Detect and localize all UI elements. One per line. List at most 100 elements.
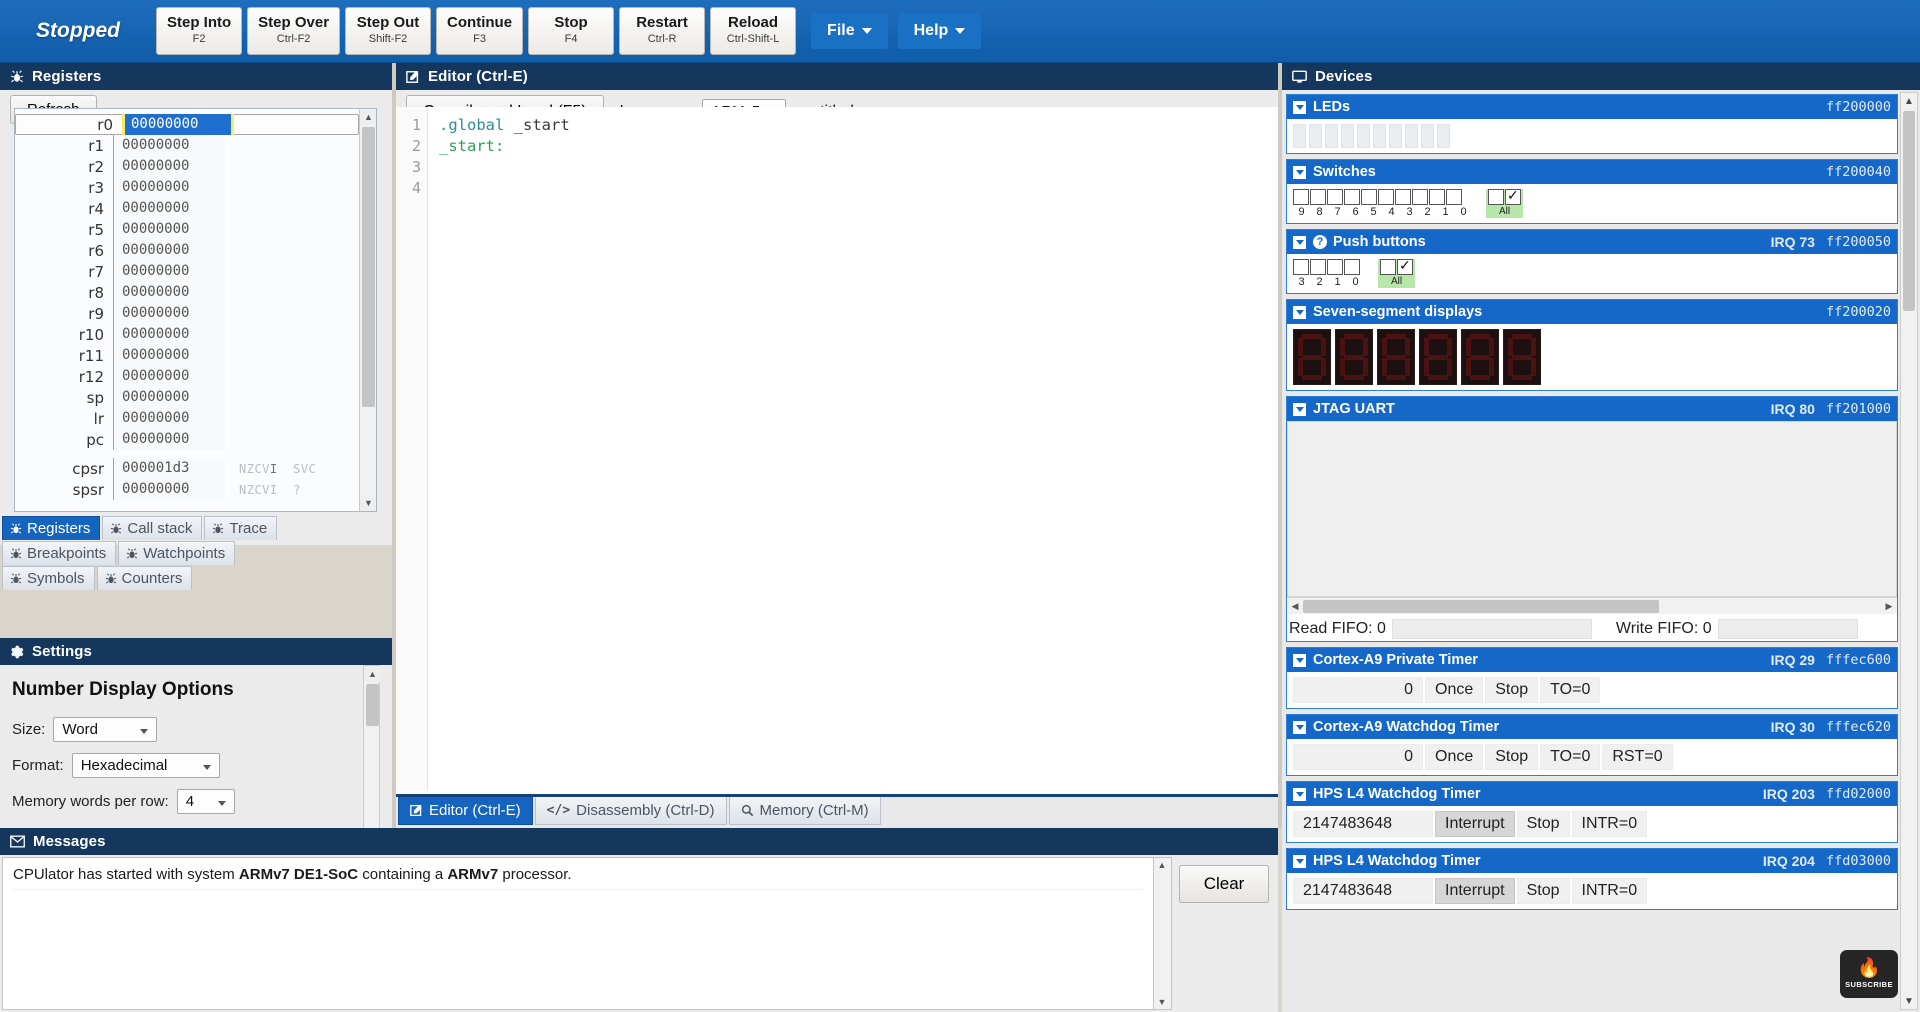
register-row-r7[interactable]: r7 00000000 — [15, 261, 359, 282]
collapse-icon[interactable] — [1293, 653, 1306, 667]
register-value[interactable]: 00000000 — [113, 135, 225, 156]
tab-symbols[interactable]: Symbols — [2, 566, 95, 590]
register-value[interactable]: 00000000 — [113, 387, 225, 408]
timer-counter-value[interactable]: 2147483648 — [1293, 878, 1433, 904]
register-row-lr[interactable]: lr 00000000 — [15, 408, 359, 429]
device-cortex-a9-watchdog-timer-1-header[interactable]: Cortex-A9 Watchdog Timer IRQ 30 fffec620 — [1287, 715, 1897, 739]
collapse-icon[interactable] — [1293, 787, 1306, 801]
timer-status-field[interactable]: INTR=0 — [1571, 878, 1648, 904]
switch-checkbox-5[interactable] — [1361, 189, 1377, 205]
scroll-thumb[interactable] — [362, 127, 375, 407]
reload-button[interactable]: Reload Ctrl-Shift-L — [710, 7, 797, 55]
help-menu[interactable]: Help — [897, 13, 982, 49]
timer-run-button[interactable]: Stop — [1485, 744, 1539, 770]
step-over-button[interactable]: Step Over Ctrl-F2 — [247, 7, 341, 55]
jtag-uart-hscrollbar[interactable]: ◀ ▶ — [1287, 597, 1897, 614]
scroll-down-icon[interactable]: ▼ — [1901, 993, 1917, 1009]
switch-checkbox-8[interactable] — [1310, 189, 1326, 205]
register-value[interactable]: 00000000 — [113, 366, 225, 387]
register-row-r10[interactable]: r10 00000000 — [15, 324, 359, 345]
push-buttons-all-set-checkbox[interactable] — [1397, 257, 1413, 275]
timer-mode-button[interactable]: Once — [1425, 677, 1484, 703]
question-icon[interactable]: ? — [1313, 235, 1327, 249]
collapse-icon[interactable] — [1293, 854, 1306, 868]
tab-breakpoints[interactable]: Breakpoints — [2, 541, 117, 565]
messages-log[interactable]: CPUlator has started with system ARMv7 D… — [2, 857, 1154, 1010]
device-seven-segment-header[interactable]: Seven-segment displays ff200020 — [1287, 300, 1897, 324]
register-row-r1[interactable]: r1 00000000 — [15, 135, 359, 156]
words-select-wrap[interactable]: 4 — [176, 789, 235, 814]
format-select-wrap[interactable]: Hexadecimal — [71, 753, 220, 778]
register-value[interactable]: 000001d3 — [113, 458, 225, 479]
step-into-button[interactable]: Step Into F2 — [156, 7, 243, 55]
words-per-row-select[interactable]: 4 — [176, 789, 235, 814]
device-leds-header[interactable]: LEDs ff200000 — [1287, 95, 1897, 119]
editor-code[interactable]: .global _start _start: — [428, 107, 1278, 790]
push-button-checkbox-1[interactable] — [1327, 259, 1343, 275]
timer-run-button[interactable]: Stop — [1516, 878, 1570, 904]
register-value[interactable]: 00000000 — [113, 219, 225, 240]
device-jtag-uart-header[interactable]: JTAG UART IRQ 80 ff201000 — [1287, 397, 1897, 421]
size-select-wrap[interactable]: Word — [53, 717, 158, 742]
messages-vscrollbar[interactable]: ▲ ▼ — [1154, 857, 1172, 1010]
register-row-sp[interactable]: sp 00000000 — [15, 387, 359, 408]
switch-checkbox-2[interactable] — [1412, 189, 1428, 205]
switch-checkbox-6[interactable] — [1344, 189, 1360, 205]
scroll-up-icon[interactable]: ▲ — [1154, 860, 1170, 870]
switch-checkbox-1[interactable] — [1429, 189, 1445, 205]
switch-checkbox-0[interactable] — [1446, 189, 1462, 205]
switch-checkbox-9[interactable] — [1293, 189, 1309, 205]
scroll-thumb[interactable] — [1303, 599, 1659, 613]
collapse-icon[interactable] — [1293, 720, 1306, 734]
tab-watchpoints[interactable]: Watchpoints — [118, 541, 236, 565]
push-button-checkbox-3[interactable] — [1293, 259, 1309, 275]
size-select[interactable]: Word — [53, 717, 158, 742]
scroll-left-icon[interactable]: ◀ — [1287, 601, 1303, 612]
collapse-icon[interactable] — [1293, 402, 1306, 416]
tab-registers[interactable]: Registers — [2, 516, 101, 540]
register-value[interactable]: 00000000 — [113, 324, 225, 345]
switch-checkbox-7[interactable] — [1327, 189, 1343, 205]
scroll-thumb[interactable] — [366, 684, 379, 726]
file-menu[interactable]: File — [811, 13, 888, 49]
registers-list[interactable]: r0 00000000 r1 00000000 r2 00000000 r3 00000000… — [14, 108, 377, 512]
scroll-up-icon[interactable]: ▲ — [360, 109, 376, 125]
timer-status-field[interactable]: RST=0 — [1602, 744, 1673, 770]
editor-code-area[interactable]: 1234 .global _start _start: — [396, 107, 1278, 790]
push-button-checkbox-2[interactable] — [1310, 259, 1326, 275]
timer-counter-value[interactable]: 2147483648 — [1293, 811, 1433, 837]
tab-trace[interactable]: Trace — [204, 516, 278, 540]
timer-status-field[interactable]: INTR=0 — [1571, 811, 1648, 837]
tab-memory-ctrl-m[interactable]: Memory (Ctrl-M) — [728, 797, 881, 825]
register-row-r5[interactable]: r5 00000000 — [15, 219, 359, 240]
clear-messages-button[interactable]: Clear — [1178, 865, 1270, 903]
scroll-down-icon[interactable]: ▼ — [360, 495, 376, 511]
tab-call-stack[interactable]: Call stack — [102, 516, 203, 540]
register-value[interactable]: 00000000 — [113, 282, 225, 303]
switch-checkbox-4[interactable] — [1378, 189, 1394, 205]
timer-status-field[interactable]: TO=0 — [1540, 744, 1601, 770]
step-out-button[interactable]: Step Out Shift-F2 — [345, 7, 432, 55]
register-row-r6[interactable]: r6 00000000 — [15, 240, 359, 261]
register-value[interactable]: 00000000 — [113, 156, 225, 177]
register-row-r0[interactable]: r0 00000000 — [15, 114, 359, 135]
register-row-r11[interactable]: r11 00000000 — [15, 345, 359, 366]
register-row-r9[interactable]: r9 00000000 — [15, 303, 359, 324]
restart-button[interactable]: Restart Ctrl-R — [619, 7, 706, 55]
collapse-icon[interactable] — [1293, 235, 1306, 249]
scroll-up-icon[interactable]: ▲ — [1901, 93, 1917, 109]
scroll-down-icon[interactable]: ▼ — [1154, 997, 1170, 1007]
continue-button[interactable]: Continue F3 — [436, 7, 524, 55]
timer-counter-value[interactable]: 0 — [1293, 744, 1423, 770]
timer-counter-value[interactable]: 0 — [1293, 677, 1423, 703]
register-value[interactable]: 00000000 — [113, 177, 225, 198]
device-switches-header[interactable]: Switches ff200040 — [1287, 160, 1897, 184]
register-row-r8[interactable]: r8 00000000 — [15, 282, 359, 303]
register-row-pc[interactable]: pc 00000000 — [15, 429, 359, 450]
scroll-right-icon[interactable]: ▶ — [1881, 601, 1897, 612]
register-value[interactable]: 00000000 — [113, 479, 225, 500]
register-value[interactable]: 00000000 — [113, 429, 225, 450]
collapse-icon[interactable] — [1293, 100, 1306, 114]
register-row-spsr[interactable]: spsr 00000000 NZCVI ? — [15, 479, 359, 500]
push-button-checkbox-0[interactable] — [1344, 259, 1360, 275]
